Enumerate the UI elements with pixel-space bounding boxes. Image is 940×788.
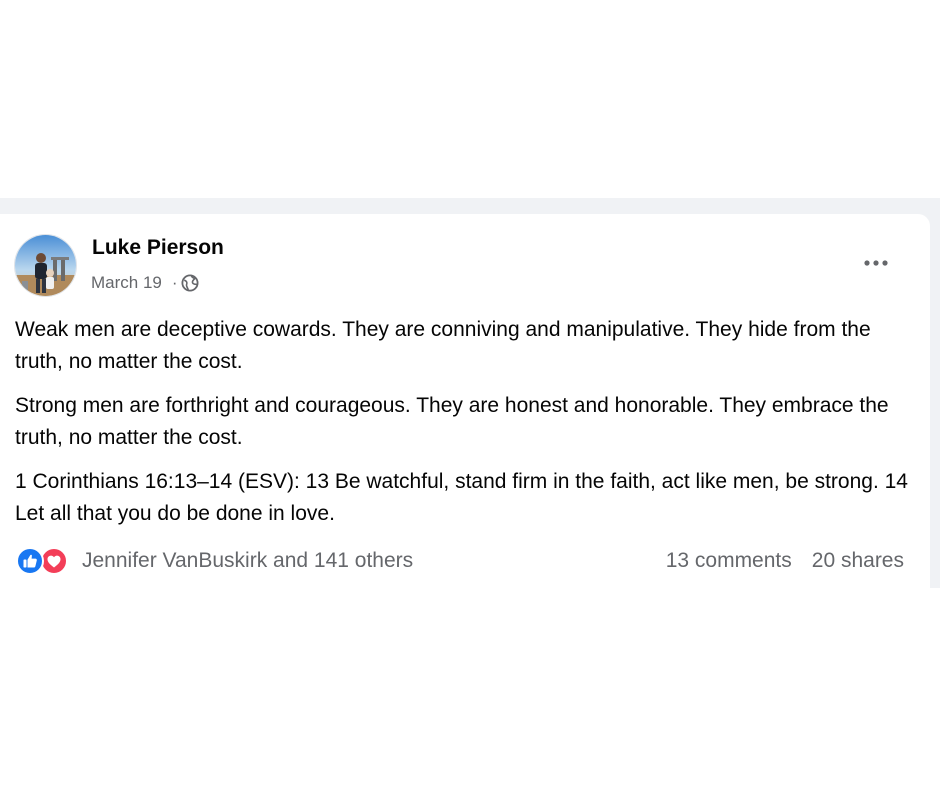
post-body: Weak men are deceptive cowards. They are… [15, 314, 920, 542]
reactions-summary[interactable]: Jennifer VanBuskirk and 141 others [16, 546, 413, 576]
avatar-photo [15, 235, 76, 296]
more-options-icon [864, 260, 888, 266]
more-options-button[interactable] [856, 248, 896, 278]
love-reaction-icon [40, 547, 68, 575]
author-name[interactable]: Luke Pierson [92, 236, 224, 260]
author-avatar[interactable] [14, 234, 77, 297]
post-paragraph: Strong men are forthright and courageous… [15, 394, 889, 449]
reactors-text[interactable]: Jennifer VanBuskirk and 141 others [82, 549, 413, 573]
reaction-icons [16, 546, 74, 576]
post-paragraph: Weak men are deceptive cowards. They are… [15, 318, 871, 373]
page: Luke Pierson March 19 · Weak men are dec… [0, 0, 940, 788]
globe-icon[interactable] [181, 274, 199, 292]
post-paragraph: 1 Corinthians 16:13–14 (ESV): 13 Be watc… [15, 470, 908, 525]
post-date[interactable]: March 19 [91, 273, 162, 293]
like-reaction-icon [16, 547, 44, 575]
post-meta: March 19 · [91, 272, 199, 294]
shares-count-link[interactable]: 20 shares [812, 549, 904, 573]
engagement-counts: 13 comments 20 shares [666, 546, 904, 576]
meta-separator: · [171, 273, 178, 292]
comments-count-link[interactable]: 13 comments [666, 549, 792, 573]
